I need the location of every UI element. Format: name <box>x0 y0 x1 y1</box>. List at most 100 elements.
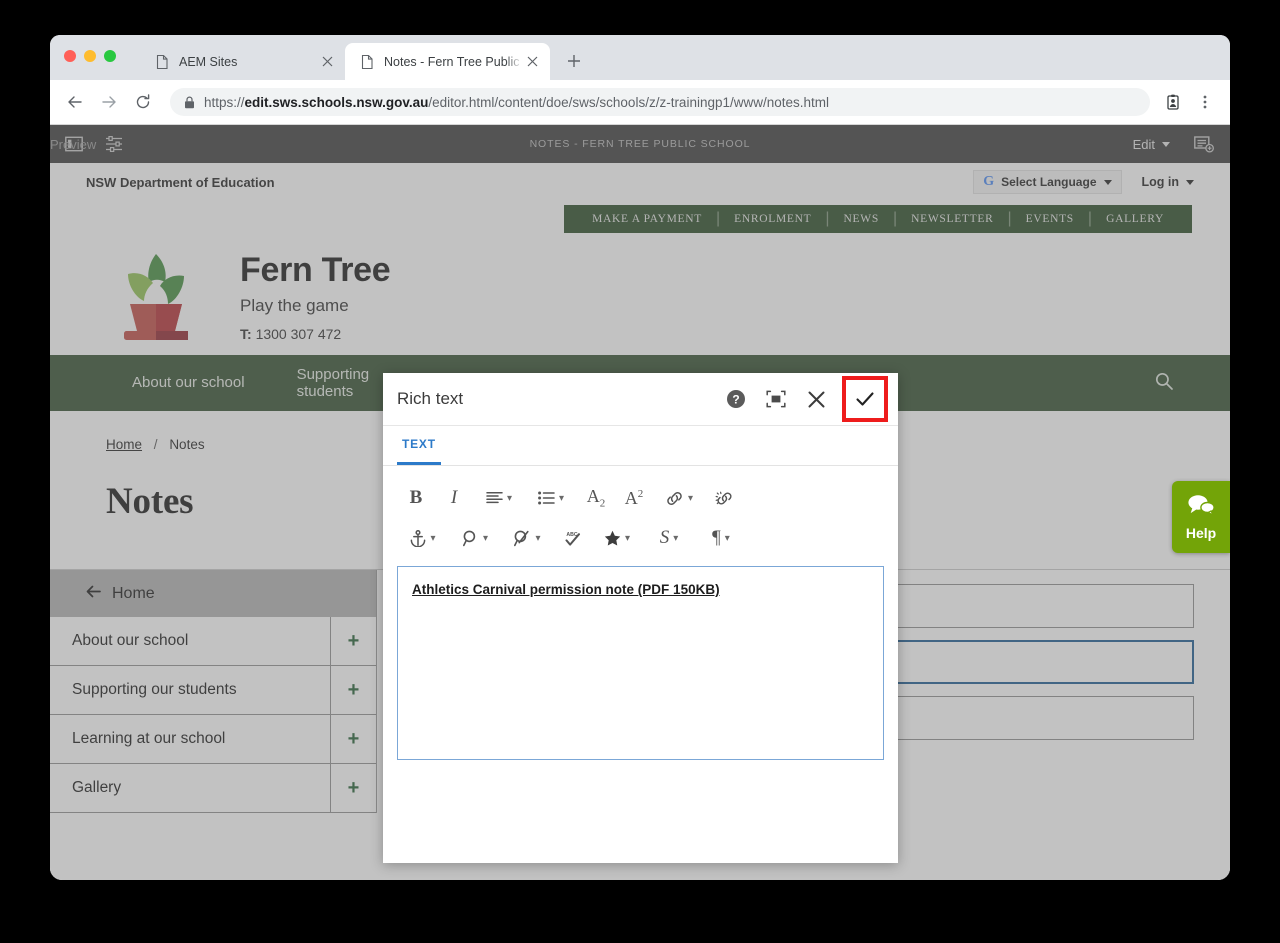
sidebar-item-about[interactable]: About our school + <box>50 617 376 666</box>
sidebar-toggle-icon[interactable] <box>62 132 86 156</box>
unlink-button[interactable] <box>705 481 743 515</box>
sidebar-item-label: Learning at our school <box>72 730 226 747</box>
expand-icon[interactable]: + <box>330 715 376 763</box>
back-button[interactable] <box>60 87 90 117</box>
breadcrumb-home[interactable]: Home <box>106 437 142 452</box>
styles-button[interactable]: S ▾ <box>643 521 695 555</box>
language-selector[interactable]: G Select Language <box>973 170 1122 194</box>
fullscreen-icon[interactable] <box>756 379 796 419</box>
dialog-header: Rich text ? <box>383 373 898 426</box>
utility-link-payment[interactable]: MAKE A PAYMENT <box>578 213 716 225</box>
chevron-down-icon: ▾ <box>535 532 541 544</box>
browser-window: AEM Sites Notes - Fern Tree Public Schoo <box>50 35 1230 880</box>
school-identity: Fern Tree Play the game T: 1300 307 472 <box>240 251 391 342</box>
edit-mode-label: Edit <box>1132 136 1155 152</box>
utility-link-enrolment[interactable]: ENROLMENT <box>720 213 825 225</box>
rich-text-toolbar: B I ▾ ▾ A2 A2 ▾ ▾ ▾ ▾ ABC ▾ S ▾ ¶ ▾ <box>383 466 898 558</box>
utility-link-events[interactable]: EVENTS <box>1012 213 1088 225</box>
maximize-window-button[interactable] <box>104 50 116 62</box>
close-tab-icon[interactable] <box>317 52 337 72</box>
confirm-icon[interactable] <box>842 376 888 422</box>
expand-icon[interactable]: + <box>330 764 376 812</box>
rich-text-dialog: Rich text ? TEXT B I ▾ ▾ A2 A2 ▾ ▾ ▾ ▾ A… <box>383 373 898 863</box>
help-label: Help <box>1185 524 1217 541</box>
utility-nav-items: MAKE A PAYMENT | ENROLMENT | NEWS | NEWS… <box>564 205 1192 233</box>
expand-icon[interactable]: + <box>330 617 376 665</box>
utility-link-newsletter[interactable]: NEWSLETTER <box>897 213 1007 225</box>
login-menu[interactable]: Log in <box>1142 175 1194 189</box>
chevron-down-icon: ▾ <box>482 532 489 544</box>
browser-menu-icon[interactable] <box>1190 87 1220 117</box>
superscript-button[interactable]: A2 <box>615 481 653 515</box>
chevron-down-icon: ▾ <box>624 532 631 544</box>
address-bar[interactable]: https://edit.sws.schools.nsw.gov.au/edit… <box>170 88 1150 116</box>
sidebar-item-supporting[interactable]: Supporting our students + <box>50 666 376 715</box>
sidebar-item-gallery[interactable]: Gallery + <box>50 764 376 813</box>
align-button[interactable]: ▾ <box>473 481 525 515</box>
tab-title: AEM Sites <box>179 54 238 69</box>
find-button[interactable]: ▾ <box>449 521 501 555</box>
page-properties-icon[interactable] <box>102 132 126 156</box>
tab-text[interactable]: TEXT <box>397 426 441 465</box>
chevron-down-icon: ▾ <box>673 532 679 544</box>
expand-icon[interactable]: + <box>330 666 376 714</box>
chevron-down-icon: ▾ <box>558 492 565 504</box>
url-path: /editor.html/content/doe/sws/schools/z/z… <box>428 94 830 110</box>
list-button[interactable]: ▾ <box>525 481 577 515</box>
new-tab-button[interactable] <box>560 47 588 75</box>
close-icon[interactable] <box>796 379 836 419</box>
sidebar-home-label: Home <box>112 584 155 602</box>
browser-actions <box>1158 87 1220 117</box>
school-tagline: Play the game <box>240 295 349 315</box>
preview-button[interactable]: Preview <box>50 125 1230 163</box>
close-tab-icon[interactable] <box>522 52 542 72</box>
screen: AEM Sites Notes - Fern Tree Public Schoo <box>0 0 1280 943</box>
rich-text-editor[interactable]: Athletics Carnival permission note (PDF … <box>397 566 884 760</box>
page-content: NSW Department of Education G Select Lan… <box>50 163 1230 880</box>
aem-toolbar-right: Edit Preview <box>50 125 1230 163</box>
edit-mode-selector[interactable]: Edit <box>1133 137 1170 152</box>
close-window-button[interactable] <box>64 50 76 62</box>
special-chars-button[interactable]: ▾ <box>591 521 643 555</box>
forward-button[interactable] <box>94 87 124 117</box>
italic-button[interactable]: I <box>435 481 473 515</box>
anchor-button[interactable]: ▾ <box>397 521 449 555</box>
add-annotation-icon[interactable] <box>1192 132 1216 156</box>
department-label: NSW Department of Education <box>86 174 275 190</box>
browser-tab-notes[interactable]: Notes - Fern Tree Public Schoo <box>345 43 550 80</box>
phone-number: 1300 307 472 <box>255 325 342 342</box>
url-scheme: https:// <box>204 94 245 110</box>
chevron-down-icon <box>1103 179 1112 185</box>
sidebar-item-home[interactable]: Home <box>50 570 376 617</box>
browser-toolbar: https://edit.sws.schools.nsw.gov.au/edit… <box>50 80 1230 125</box>
editor-link-text[interactable]: Athletics Carnival permission note (PDF … <box>412 582 720 597</box>
google-icon: G <box>983 174 995 189</box>
paragraph-format-button[interactable]: ¶ ▾ <box>695 521 747 555</box>
help-icon[interactable]: ? <box>716 379 756 419</box>
profile-icon[interactable] <box>1158 87 1188 117</box>
spellcheck-button[interactable]: ABC <box>553 521 591 555</box>
breadcrumb-separator: / <box>153 437 158 452</box>
find-replace-button[interactable]: ▾ <box>501 521 553 555</box>
nav-link-about[interactable]: About our school <box>106 374 271 391</box>
search-icon[interactable] <box>1154 371 1200 396</box>
help-button[interactable]: Help <box>1172 481 1230 553</box>
dialog-title: Rich text <box>397 389 464 408</box>
aem-editor-toolbar: NOTES - FERN TREE PUBLIC SCHOOL Edit Pre… <box>50 125 1230 163</box>
bold-button[interactable]: B <box>397 481 435 515</box>
chevron-down-icon <box>1186 179 1194 185</box>
dialog-tabs: TEXT <box>383 426 898 466</box>
minimize-window-button[interactable] <box>84 50 96 62</box>
breadcrumb-current: Notes <box>169 437 205 452</box>
browser-tab-aem-sites[interactable]: AEM Sites <box>140 43 345 80</box>
hyperlink-button[interactable]: ▾ <box>653 481 705 515</box>
utility-link-news[interactable]: NEWS <box>830 213 893 225</box>
subscript-button[interactable]: A2 <box>577 481 615 515</box>
page-icon <box>359 54 375 70</box>
aem-toolbar-left <box>50 132 126 156</box>
utility-link-gallery[interactable]: GALLERY <box>1092 213 1178 225</box>
reload-button[interactable] <box>128 87 158 117</box>
nav-link-supporting[interactable]: Supporting students <box>271 366 370 401</box>
sidebar-item-learning[interactable]: Learning at our school + <box>50 715 376 764</box>
chevron-down-icon <box>1162 141 1170 147</box>
